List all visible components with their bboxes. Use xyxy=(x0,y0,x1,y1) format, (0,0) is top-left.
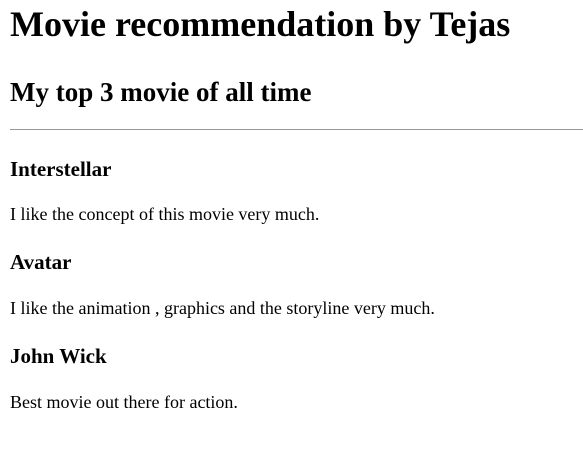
movie-title: John Wick xyxy=(10,344,107,368)
movie-description: Best movie out there for action. xyxy=(10,392,238,412)
movie-description: I like the concept of this movie very mu… xyxy=(10,204,320,224)
movie-title: Interstellar xyxy=(10,157,112,181)
movie-title: Avatar xyxy=(10,250,72,274)
page-subtitle: My top 3 movie of all time xyxy=(10,77,312,107)
movie-item-interstellar: Interstellar I like the concept of this … xyxy=(10,130,583,225)
page-title: Movie recommendation by Tejas xyxy=(10,4,511,44)
movie-item-avatar: Avatar I like the animation , graphics a… xyxy=(10,225,583,319)
movie-description: I like the animation , graphics and the … xyxy=(10,298,435,318)
page-content: Movie recommendation by Tejas My top 3 m… xyxy=(0,0,583,413)
movie-item-john-wick: John Wick Best movie out there for actio… xyxy=(10,319,583,413)
